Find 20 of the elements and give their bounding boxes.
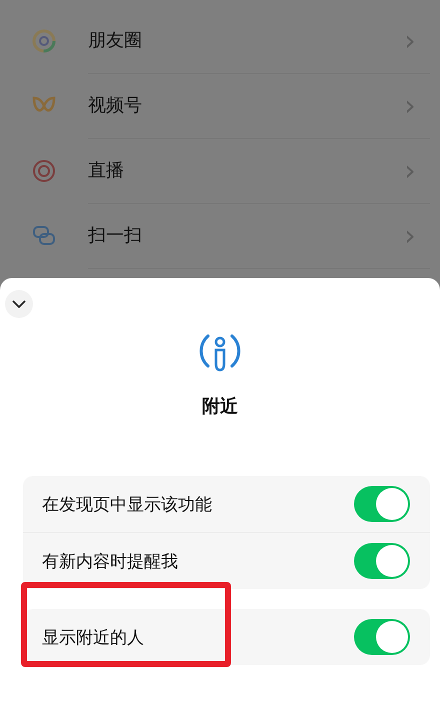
toggle-switch[interactable] (354, 619, 410, 655)
chevron-icon: › (390, 88, 430, 122)
menu-item-label[interactable]: 朋友圈 (88, 28, 390, 52)
menu-item-label[interactable]: 直播 (88, 158, 390, 182)
aperture-icon (32, 28, 56, 52)
sheet-title: 附近 (202, 395, 238, 418)
setting-label: 有新内容时提醒我 (42, 550, 179, 572)
menu-item-label[interactable]: 扫一扫 (88, 223, 390, 247)
toggle-switch[interactable] (354, 486, 410, 522)
chevron-icon: › (390, 218, 430, 252)
collapse-button[interactable] (5, 290, 33, 318)
chevron-icon: › (390, 154, 430, 186)
toggle-switch[interactable] (354, 543, 410, 579)
target-icon (32, 158, 56, 182)
setting-label: 显示附近的人 (42, 626, 145, 648)
menu-item-label[interactable]: 视频号 (88, 93, 390, 117)
setting-label: 在发现页中显示该功能 (42, 494, 213, 516)
chevron-down-icon (12, 300, 26, 308)
chevron-icon: › (390, 24, 430, 56)
chat-bubbles-icon (32, 224, 56, 248)
